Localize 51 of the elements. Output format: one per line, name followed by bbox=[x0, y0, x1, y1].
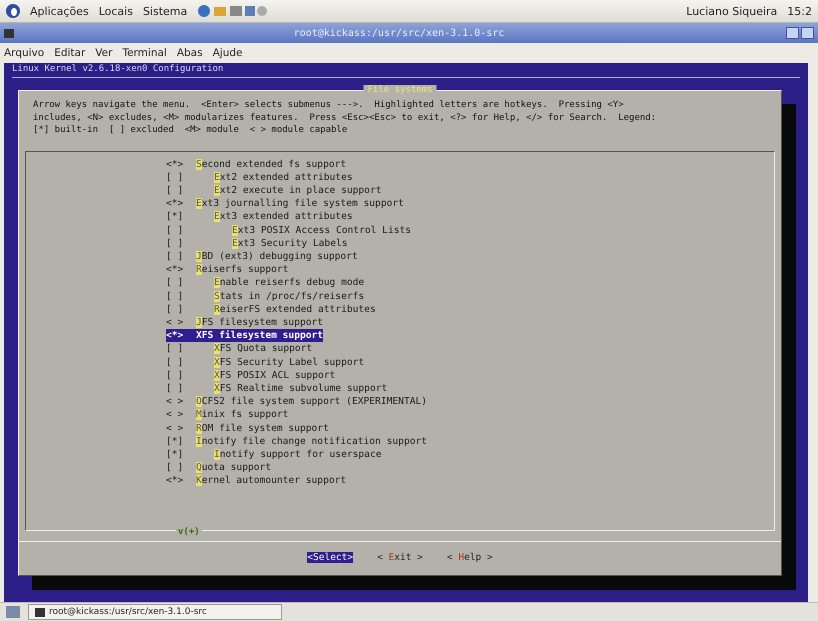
menu-item[interactable]: Editar bbox=[54, 47, 86, 59]
menu-option[interactable]: [ ] XFS POSIX ACL support bbox=[166, 368, 336, 382]
menu-option[interactable]: [ ] Stats in /proc/fs/reiserfs bbox=[166, 290, 364, 303]
help-text: [*] built-in [ ] excluded <M> module < > module capable bbox=[32, 124, 348, 136]
menu-option[interactable]: [*] Inotify file change notification support bbox=[166, 434, 428, 448]
help-text: includes, <N> excludes, <M> modularizes features. Press <Esc><Esc> to exit, <?> for Help, </> for Search. Legend: bbox=[32, 112, 658, 124]
menu-option[interactable]: <*> Ext3 journalling file system support bbox=[166, 197, 404, 210]
menu-item[interactable]: Ver bbox=[95, 47, 112, 59]
clock: 15:2 bbox=[787, 4, 812, 18]
panel-menu[interactable]: Aplicações bbox=[30, 4, 89, 18]
dialog-button[interactable]: < Help > bbox=[446, 552, 493, 563]
user-name[interactable]: Luciano Siqueira bbox=[686, 4, 778, 18]
menu-option[interactable]: < > ROM file system support bbox=[166, 422, 329, 435]
more-indicator: v(+) bbox=[176, 527, 202, 537]
menu-option[interactable]: [ ] Enable reiserfs debug mode bbox=[166, 276, 364, 290]
menu-item[interactable]: Ajude bbox=[212, 47, 242, 59]
panel-menu[interactable]: Locais bbox=[98, 4, 133, 18]
menu-option[interactable]: <*> Reiserfs support bbox=[166, 263, 288, 276]
menu-option[interactable]: < > OCFS2 file system support (EXPERIMENTAL) bbox=[166, 395, 428, 408]
menu-option[interactable]: [ ] Ext3 POSIX Access Control Lists bbox=[166, 224, 412, 237]
menu-option[interactable]: <*> XFS filesystem support bbox=[166, 329, 324, 342]
menu-item[interactable]: Terminal bbox=[122, 47, 167, 59]
menu-option[interactable]: [ ] XFS Quota support bbox=[166, 342, 312, 356]
menu-option[interactable]: [ ] XFS Security Label support bbox=[166, 356, 364, 369]
taskbar-item[interactable]: root@kickass:/usr/src/xen-3.1.0-src bbox=[28, 604, 282, 620]
menu-option[interactable]: [ ] ReiserFS extended attributes bbox=[166, 302, 376, 316]
terminal-icon bbox=[4, 28, 14, 38]
menu-option[interactable]: [ ] Ext2 execute in place support bbox=[166, 184, 382, 198]
menu-option[interactable]: < > JFS filesystem support bbox=[166, 316, 324, 330]
minimize-button[interactable] bbox=[786, 27, 799, 39]
menu-option[interactable]: [ ] XFS Realtime subvolume support bbox=[166, 382, 388, 396]
dialog-button[interactable]: < Exit > bbox=[377, 552, 423, 563]
menu-item[interactable]: Abas bbox=[176, 47, 203, 59]
menu-item[interactable]: Arquivo bbox=[4, 47, 44, 59]
menu-option[interactable]: <*> Second extended fs support bbox=[166, 158, 346, 171]
menu-option[interactable]: [ ] Ext2 extended attributes bbox=[166, 170, 353, 184]
menu-option[interactable]: [ ] Quota support bbox=[166, 461, 272, 474]
window-title: root@kickass:/usr/src/xen-3.1.0-src bbox=[292, 28, 506, 38]
maximize-button[interactable] bbox=[801, 27, 814, 39]
menu-option[interactable]: [ ] Ext3 Security Labels bbox=[166, 236, 348, 250]
dialog-button[interactable]: <Select> bbox=[307, 552, 354, 563]
config-heading: Linux Kernel v2.6.18-xen0 Configuration bbox=[12, 63, 800, 78]
menu-option[interactable]: <*> Kernel automounter support bbox=[166, 474, 346, 488]
menu-option[interactable]: [*] Inotify support for userspace bbox=[166, 448, 382, 462]
panel-menu[interactable]: Sistema bbox=[142, 4, 188, 18]
terminal-icon bbox=[35, 608, 45, 616]
help-text: Arrow keys navigate the menu. <Enter> selects submenus --->. Highlighted letters are hotkeys. Pressing <Y> bbox=[32, 99, 625, 112]
show-desktop-icon bbox=[6, 606, 20, 618]
menu-option[interactable]: [ ] JBD (ext3) debugging support bbox=[166, 250, 358, 264]
menu-option[interactable]: < > Minix fs support bbox=[166, 408, 288, 422]
menu-option[interactable]: [*] Ext3 extended attributes bbox=[166, 210, 353, 224]
